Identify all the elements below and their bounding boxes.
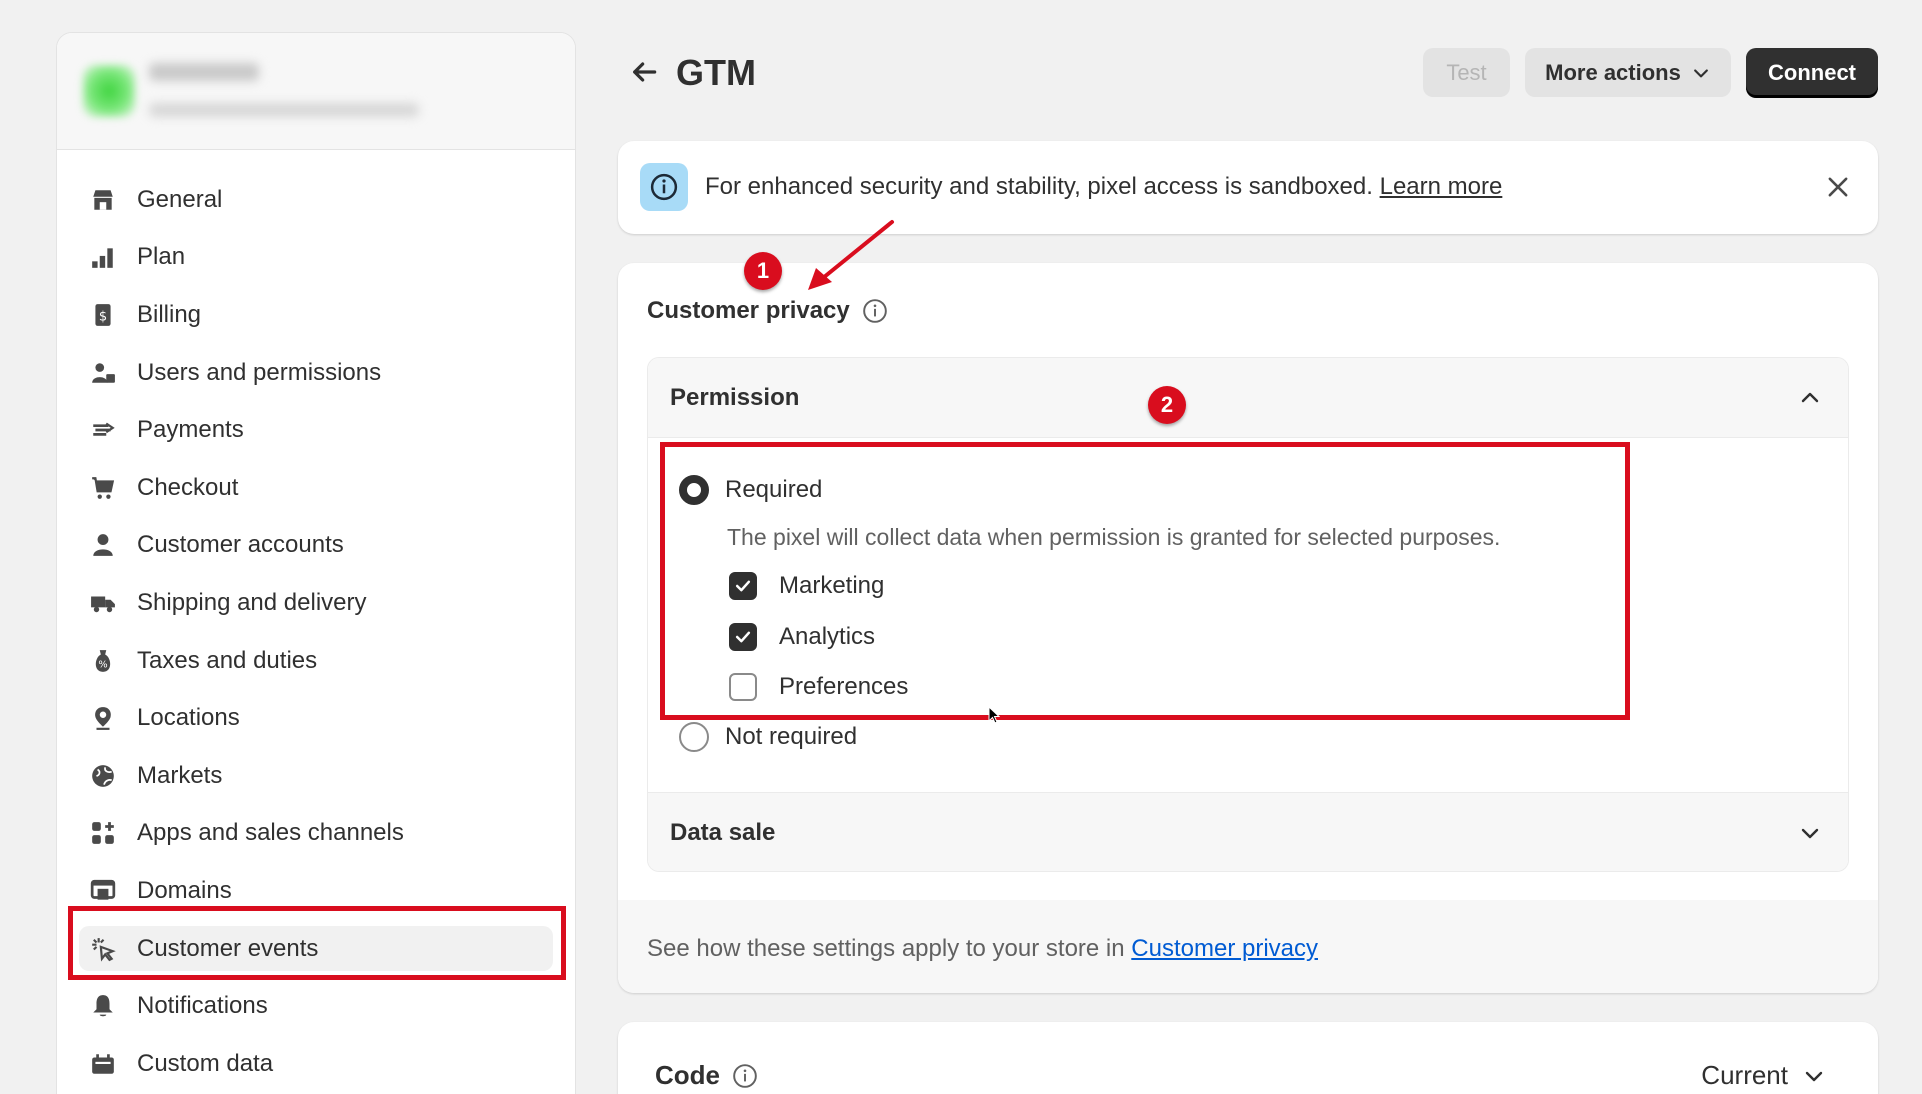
footer-text: See how these settings apply to your sto… xyxy=(647,935,1125,962)
svg-text:%: % xyxy=(98,659,107,670)
sidebar-item-label: Plan xyxy=(137,243,186,271)
annotation-box-permission-options xyxy=(660,442,1630,720)
back-arrow-icon[interactable] xyxy=(628,56,660,88)
sidebar-item-payments[interactable]: Payments xyxy=(57,401,575,459)
truck-icon xyxy=(89,589,117,617)
close-icon[interactable] xyxy=(1824,173,1852,201)
cursor-click-icon xyxy=(89,935,117,963)
customer-privacy-heading: Customer privacy xyxy=(647,297,888,325)
more-actions-label: More actions xyxy=(1545,59,1681,85)
sidebar-item-customer-accounts[interactable]: Customer accounts xyxy=(57,517,575,575)
apps-icon xyxy=(89,819,117,847)
code-version-select[interactable]: Current xyxy=(1701,1060,1826,1091)
sidebar-item-apps[interactable]: Apps and sales channels xyxy=(57,805,575,863)
sidebar-item-label: Shipping and delivery xyxy=(137,588,367,616)
sidebar-item-label: Apps and sales channels xyxy=(137,819,404,847)
sidebar-item-locations[interactable]: Locations xyxy=(57,689,575,747)
code-title: Code xyxy=(655,1060,720,1090)
users-icon xyxy=(89,359,117,387)
sidebar-item-general[interactable]: General xyxy=(57,171,575,229)
sidebar-item-custom-data[interactable]: Custom data xyxy=(57,1035,575,1093)
info-circle-icon[interactable] xyxy=(862,298,888,324)
domains-icon xyxy=(89,877,117,905)
permission-title: Permission xyxy=(670,383,800,411)
payments-icon xyxy=(89,416,117,444)
customer-privacy-title: Customer privacy xyxy=(647,297,850,324)
test-button-label: Test xyxy=(1446,59,1487,85)
sidebar-item-label: Taxes and duties xyxy=(137,646,318,674)
sidebar-item-notifications[interactable]: Notifications xyxy=(57,977,575,1035)
sidebar-item-markets[interactable]: Markets xyxy=(57,747,575,805)
sidebar-item-label: Customer accounts xyxy=(137,531,344,559)
chevron-down-icon xyxy=(1693,68,1708,77)
sidebar-item-label: Billing xyxy=(137,300,202,328)
tax-icon: % xyxy=(89,647,117,675)
sidebar-item-taxes[interactable]: % Taxes and duties xyxy=(57,632,575,690)
store-name-blurred xyxy=(149,63,259,81)
store-header[interactable] xyxy=(57,33,575,150)
store-url-blurred xyxy=(149,103,419,117)
sidebar-item-checkout[interactable]: Checkout xyxy=(57,459,575,517)
page-title: GTM xyxy=(676,52,756,93)
svg-text:$: $ xyxy=(99,309,107,324)
sidebar-item-label: Users and permissions xyxy=(137,358,382,386)
sidebar-item-label: General xyxy=(137,185,223,213)
more-actions-button[interactable]: More actions xyxy=(1525,48,1731,97)
sidebar-item-label: Custom data xyxy=(137,1049,274,1077)
code-version-label: Current xyxy=(1701,1060,1788,1090)
customer-privacy-link[interactable]: Customer privacy xyxy=(1131,935,1318,962)
chevron-down-icon xyxy=(1805,1071,1823,1081)
sidebar-item-plan[interactable]: Plan xyxy=(57,229,575,287)
store-avatar xyxy=(83,65,135,117)
annotation-arrow-icon xyxy=(808,220,894,290)
mouse-cursor-icon xyxy=(988,706,1000,724)
cart-icon xyxy=(89,474,117,502)
data-sale-section-header[interactable]: Data sale xyxy=(648,792,1848,871)
privacy-footer-text: See how these settings apply to your sto… xyxy=(647,935,1318,963)
custom-data-icon xyxy=(89,1050,117,1078)
annotation-badge-1: 1 xyxy=(744,252,782,290)
plan-icon xyxy=(89,243,117,271)
connect-button-label: Connect xyxy=(1768,59,1856,85)
banner-text: For enhanced security and stability, pix… xyxy=(705,173,1373,200)
sidebar-item-label: Payments xyxy=(137,416,244,444)
sidebar-item-billing[interactable]: $ Billing xyxy=(57,286,575,344)
banner-message: For enhanced security and stability, pix… xyxy=(705,173,1502,201)
learn-more-link[interactable]: Learn more xyxy=(1380,173,1503,200)
info-icon xyxy=(640,163,688,211)
sidebar-item-label: Customer events xyxy=(137,934,319,962)
sidebar-item-label: Notifications xyxy=(137,992,268,1020)
chevron-up-icon xyxy=(1801,392,1819,403)
globe-icon xyxy=(89,762,117,790)
code-card: Code Current xyxy=(618,1022,1878,1094)
radio-not-required-label: Not required xyxy=(725,723,858,750)
sidebar-item-shipping[interactable]: Shipping and delivery xyxy=(57,574,575,632)
chevron-down-icon xyxy=(1801,828,1819,839)
person-icon xyxy=(89,531,117,559)
sidebar-item-label: Markets xyxy=(137,761,223,789)
connect-button[interactable]: Connect xyxy=(1746,48,1878,97)
radio-not-required-control[interactable] xyxy=(679,722,709,752)
billing-icon: $ xyxy=(89,301,117,329)
sidebar-item-label: Locations xyxy=(137,704,240,732)
location-icon xyxy=(89,704,117,732)
bell-icon xyxy=(89,992,117,1020)
sidebar-item-label: Domains xyxy=(137,876,232,904)
sidebar-item-users[interactable]: Users and permissions xyxy=(57,344,575,402)
annotation-badge-2: 2 xyxy=(1148,386,1186,424)
radio-not-required[interactable]: Not required xyxy=(679,722,857,752)
sidebar-item-label: Checkout xyxy=(137,473,239,501)
data-sale-title: Data sale xyxy=(670,818,776,846)
store-icon xyxy=(89,186,117,214)
info-circle-icon[interactable] xyxy=(732,1063,758,1089)
code-heading: Code xyxy=(655,1060,758,1091)
permission-section-header[interactable]: Permission xyxy=(648,358,1848,438)
test-button[interactable]: Test xyxy=(1423,48,1510,97)
